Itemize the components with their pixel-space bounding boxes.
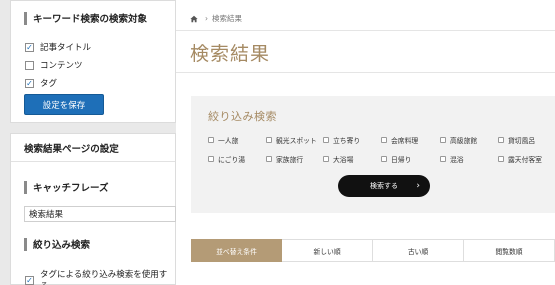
- checkbox-use-tag-filter[interactable]: ✓: [25, 275, 34, 285]
- filter-tag-option[interactable]: 立ち寄り: [323, 135, 360, 145]
- tag-checkbox[interactable]: [498, 156, 504, 162]
- search-target-title: キーワード検索の検索対象: [33, 14, 148, 25]
- tag-label: 日帰り: [391, 156, 412, 164]
- results-settings-title: 検索結果ページの設定: [11, 134, 175, 162]
- tag-label: 高級旅館: [450, 137, 478, 145]
- checkbox-article-title[interactable]: ✓: [25, 42, 34, 52]
- divider: [176, 72, 555, 73]
- tag-label: 立ち寄り: [333, 137, 361, 145]
- tag-checkbox[interactable]: [323, 137, 329, 143]
- search-target-box: キーワード検索の検索対象 ✓ 記事タイトル コンテンツ ✓ タグ 設定を保存: [10, 0, 176, 123]
- tag-label: にごり湯: [218, 156, 246, 164]
- tag-checkbox[interactable]: [498, 137, 504, 143]
- tag-label: 大浴場: [333, 156, 354, 164]
- filter-heading: 絞り込み検索: [24, 237, 90, 251]
- sort-tab-oldest[interactable]: 古い順: [373, 239, 465, 262]
- search-button-label: 検索する: [370, 182, 398, 190]
- heading-bar: [24, 237, 27, 251]
- filter-tag-option[interactable]: にごり湯: [208, 154, 245, 164]
- filter-title: 絞り込み検索: [208, 110, 277, 123]
- filter-tag-option[interactable]: 一人旅: [208, 135, 238, 145]
- filter-tag-option[interactable]: 高級旅館: [440, 135, 477, 145]
- tag-checkbox[interactable]: [323, 156, 329, 162]
- search-target-heading: キーワード検索の検索対象: [24, 11, 147, 25]
- home-icon[interactable]: [190, 15, 198, 23]
- option-content[interactable]: コンテンツ: [25, 59, 91, 71]
- catchphrase-heading: キャッチフレーズ: [24, 180, 109, 194]
- app-window: キーワード検索の検索対象 ✓ 記事タイトル コンテンツ ✓ タグ 設定を保存 検…: [0, 0, 555, 285]
- tag-label: 貸切風呂: [508, 137, 536, 145]
- checkbox-content[interactable]: [25, 60, 34, 70]
- search-target-options: ✓ 記事タイトル コンテンツ ✓ タグ: [25, 38, 91, 89]
- breadcrumb: › 検索結果: [190, 13, 242, 24]
- filter-tag-option[interactable]: 会席料理: [381, 135, 418, 145]
- tag-checkbox[interactable]: [440, 137, 446, 143]
- filter-tag-option[interactable]: 日帰り: [381, 154, 411, 164]
- tag-checkbox[interactable]: [381, 156, 387, 162]
- results-settings-box: 検索結果ページの設定 キャッチフレーズ 検索結果 絞り込み検索 ✓ タグによる絞…: [10, 133, 176, 285]
- filter-tag-option[interactable]: 家族旅行: [266, 154, 303, 164]
- filter-tag-option[interactable]: 観光スポット: [266, 135, 317, 145]
- option-label: タグによる絞り込み検索を使用する: [39, 270, 168, 285]
- sort-tab-views[interactable]: 閲覧数順: [464, 239, 555, 262]
- filter-tag-option[interactable]: 大浴場: [323, 154, 353, 164]
- option-label: 記事タイトル: [40, 43, 92, 53]
- search-button[interactable]: 検索する ›: [338, 175, 430, 197]
- catchphrase-input[interactable]: 検索結果: [24, 206, 176, 222]
- option-label: コンテンツ: [40, 61, 83, 71]
- tag-label: 家族旅行: [276, 156, 304, 164]
- tag-label: 露天付客室: [508, 156, 542, 164]
- heading-bar: [24, 180, 27, 194]
- tag-label: 観光スポット: [276, 137, 317, 145]
- sort-tab-criteria[interactable]: 並べ替え条件: [191, 239, 283, 262]
- checkbox-tag[interactable]: ✓: [25, 78, 34, 88]
- divider: [176, 30, 555, 31]
- sort-tab-newest[interactable]: 新しい順: [282, 239, 374, 262]
- option-tag[interactable]: ✓ タグ: [25, 77, 91, 89]
- settings-panel: キーワード検索の検索対象 ✓ 記事タイトル コンテンツ ✓ タグ 設定を保存 検…: [0, 0, 176, 285]
- page-title: 検索結果: [190, 43, 271, 65]
- tag-checkbox[interactable]: [208, 156, 214, 162]
- sort-tabs: 並べ替え条件 新しい順 古い順 閲覧数順: [191, 239, 555, 262]
- option-label: タグ: [40, 79, 58, 89]
- tag-checkbox[interactable]: [381, 137, 387, 143]
- catchphrase-heading-label: キャッチフレーズ: [33, 183, 109, 194]
- tag-label: 一人旅: [218, 137, 239, 145]
- tag-checkbox[interactable]: [440, 156, 446, 162]
- chevron-right-icon: ›: [416, 181, 420, 191]
- filter-heading-label: 絞り込み検索: [33, 240, 91, 251]
- save-button[interactable]: 設定を保存: [24, 94, 104, 115]
- tag-checkbox[interactable]: [266, 156, 272, 162]
- tag-label: 会席料理: [391, 137, 419, 145]
- filter-tag-option[interactable]: 混浴: [440, 154, 464, 164]
- filter-tag-option[interactable]: 露天付客室: [498, 154, 542, 164]
- tag-checkbox[interactable]: [208, 137, 214, 143]
- heading-bar: [24, 11, 27, 25]
- chevron-right-icon: ›: [205, 14, 208, 23]
- filter-box: 絞り込み検索 一人旅 観光スポット 立ち寄り 会席料理 高級旅館 貸切風呂 にご…: [191, 96, 555, 213]
- option-use-tag-filter[interactable]: ✓ タグによる絞り込み検索を使用する: [25, 268, 175, 285]
- tag-label: 混浴: [450, 156, 464, 164]
- option-article-title[interactable]: ✓ 記事タイトル: [25, 41, 91, 53]
- breadcrumb-current: 検索結果: [212, 14, 242, 23]
- page-preview: › 検索結果 検索結果 絞り込み検索 一人旅 観光スポット 立ち寄り 会席料理 …: [176, 0, 555, 285]
- filter-tag-option[interactable]: 貸切風呂: [498, 135, 535, 145]
- tag-checkbox[interactable]: [266, 137, 272, 143]
